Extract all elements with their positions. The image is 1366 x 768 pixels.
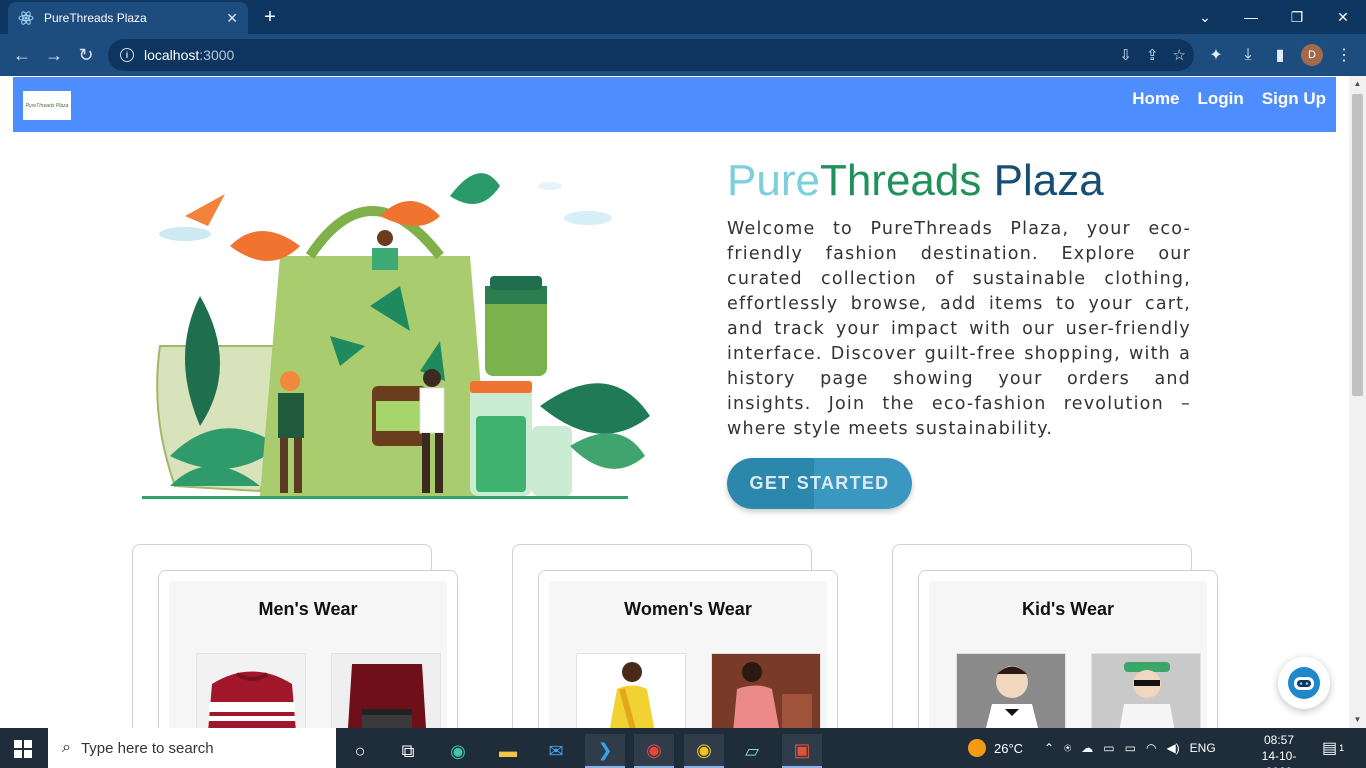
restore-button[interactable]: ❐: [1274, 0, 1320, 34]
browser-toolbar: ← → ↻ i localhost:3000 ⇩ ⇪ ☆ ✦ ⤓ ▮ D ⋮: [0, 34, 1366, 76]
file-explorer-icon[interactable]: ▬: [488, 734, 528, 768]
weather-temp: 26°C: [994, 740, 1024, 756]
card-inner: Kid's Wear: [929, 581, 1207, 728]
downloads-icon[interactable]: ⤓: [1236, 43, 1260, 67]
search-placeholder: Type here to search: [80, 739, 214, 757]
usb-icon[interactable]: ⍟: [1064, 741, 1071, 756]
weather-widget[interactable]: 26°C: [968, 728, 1023, 768]
category-card-men[interactable]: Men's Wear: [158, 570, 458, 728]
minimize-button[interactable]: —: [1228, 0, 1274, 34]
title-plaza: Plaza: [981, 156, 1104, 205]
product-image-kurti[interactable]: [711, 653, 821, 728]
category-card-kids[interactable]: Kid's Wear: [918, 570, 1218, 728]
chrome-icon[interactable]: ◉: [634, 734, 674, 768]
get-started-button[interactable]: GET STARTED: [727, 458, 912, 509]
card-inner: Men's Wear: [169, 581, 447, 728]
windows-start-icon[interactable]: [14, 740, 32, 758]
show-hidden-icons[interactable]: ⌃: [1044, 741, 1054, 755]
edge-icon[interactable]: ◉: [438, 734, 478, 768]
task-view-icon[interactable]: ⧉: [388, 734, 428, 768]
nav-login-link[interactable]: Login: [1198, 89, 1244, 109]
notes-icon[interactable]: ▱: [732, 734, 772, 768]
menu-kebab-icon[interactable]: ⋮: [1332, 43, 1356, 67]
powerpoint-icon[interactable]: ▣: [782, 734, 822, 768]
page-scrollbar[interactable]: ▲ ▼: [1349, 76, 1366, 728]
site-info-icon[interactable]: i: [120, 48, 134, 62]
install-app-icon[interactable]: ⇩: [1119, 46, 1132, 64]
language-indicator[interactable]: ENG: [1190, 741, 1216, 755]
site-header: PureThreads Plaza Home Login Sign Up: [13, 77, 1336, 132]
page-viewport: PureThreads Plaza Home Login Sign Up Pur…: [0, 76, 1366, 728]
hero-description: Welcome to PureThreads Plaza, your eco-f…: [727, 219, 1191, 439]
battery-icon[interactable]: ▭: [1125, 741, 1136, 755]
mail-icon[interactable]: ✉: [536, 734, 576, 768]
forward-icon[interactable]: →: [42, 43, 66, 67]
product-image-boy-suit[interactable]: [956, 653, 1066, 728]
reload-icon[interactable]: ↻: [74, 43, 98, 67]
onedrive-icon[interactable]: ☁: [1081, 741, 1093, 755]
volume-icon[interactable]: ◀): [1166, 741, 1179, 755]
site-logo[interactable]: PureThreads Plaza: [23, 91, 71, 120]
title-threads: Threads: [819, 156, 982, 205]
bookmark-star-icon[interactable]: ☆: [1173, 46, 1186, 64]
nav-home-link[interactable]: Home: [1132, 89, 1179, 109]
clock-date: 14-10-2023: [1261, 749, 1297, 768]
nav-signup-link[interactable]: Sign Up: [1262, 89, 1326, 109]
taskbar-search-box[interactable]: ⌕ Type here to search: [48, 728, 336, 768]
new-tab-button[interactable]: +: [258, 6, 282, 28]
system-tray: ⌃ ⍟ ☁ ▭ ▭ ◠ ◀) ENG: [1044, 728, 1216, 768]
site-nav: Home Login Sign Up: [1132, 89, 1326, 109]
meet-now-icon[interactable]: ▭: [1103, 741, 1114, 755]
search-icon: ⌕: [62, 739, 71, 756]
chrome-profile-icon[interactable]: ◉: [684, 734, 724, 768]
weather-sun-icon: [968, 739, 986, 757]
notification-icon: ▤: [1322, 740, 1338, 757]
browser-tab[interactable]: PureThreads Plaza ✕: [8, 2, 248, 34]
scroll-up-arrow[interactable]: ▲: [1349, 76, 1366, 92]
category-card-women[interactable]: Women's Wear: [538, 570, 838, 728]
product-image-shirt[interactable]: [331, 653, 441, 728]
wifi-icon[interactable]: ◠: [1146, 741, 1156, 755]
tab-close-icon[interactable]: ✕: [226, 10, 238, 27]
extensions-icon[interactable]: ✦: [1204, 43, 1228, 67]
product-image-sweater[interactable]: [196, 653, 306, 728]
hero-illustration: [140, 156, 652, 506]
back-icon[interactable]: ←: [10, 43, 34, 67]
card-title: Kid's Wear: [1022, 599, 1114, 619]
profile-avatar[interactable]: D: [1301, 44, 1323, 66]
title-pure: Pure: [727, 156, 820, 205]
vscode-icon[interactable]: ❯: [585, 734, 625, 768]
chatbot-button[interactable]: [1278, 657, 1330, 709]
close-window-button[interactable]: ✕: [1320, 0, 1366, 34]
card-title: Men's Wear: [258, 599, 358, 619]
cortana-icon[interactable]: ○: [340, 734, 380, 768]
address-bar[interactable]: i localhost:3000 ⇩ ⇪ ☆: [108, 39, 1194, 71]
url-port: :3000: [199, 47, 235, 63]
notification-center[interactable]: ▤ 1: [1322, 728, 1344, 768]
react-favicon-icon: [18, 10, 34, 26]
share-icon[interactable]: ⇪: [1146, 46, 1159, 64]
windows-taskbar: ⌕ Type here to search ○ ⧉ ◉ ▬ ✉ ❯ ◉ ◉ ▱ …: [0, 728, 1366, 768]
notification-count: 1: [1339, 743, 1345, 753]
scroll-down-arrow[interactable]: ▼: [1349, 712, 1366, 728]
product-image-boy-tshirt[interactable]: [1091, 653, 1201, 728]
scrollbar-thumb[interactable]: [1352, 94, 1363, 396]
chat-bot-icon: [1288, 667, 1320, 699]
card-inner: Women's Wear: [549, 581, 827, 728]
product-image-saree[interactable]: [576, 653, 686, 728]
card-title: Women's Wear: [624, 599, 752, 619]
side-panel-icon[interactable]: ▮: [1268, 43, 1292, 67]
tab-search-icon[interactable]: ⌄: [1182, 0, 1228, 34]
url-host: localhost: [144, 47, 200, 63]
hero-title: PureThreads Plaza: [727, 156, 1104, 206]
taskbar-clock[interactable]: 08:57 14-10-2023: [1256, 732, 1302, 768]
browser-tab-bar: PureThreads Plaza ✕ + ⌄ — ❐ ✕: [0, 0, 1366, 34]
tab-title: PureThreads Plaza: [44, 11, 147, 25]
clock-time: 08:57: [1263, 733, 1295, 747]
